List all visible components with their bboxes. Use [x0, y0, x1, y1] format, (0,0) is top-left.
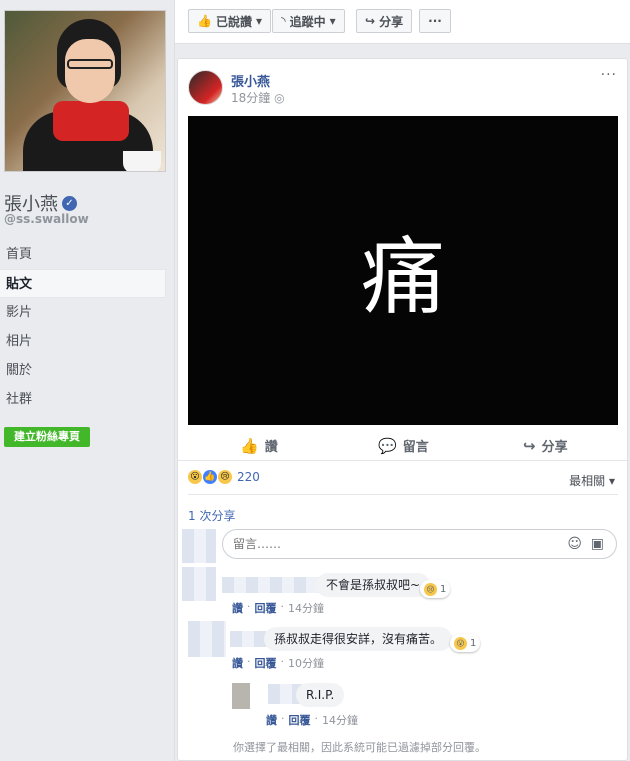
comment-reply-link[interactable]: 回覆 [255, 655, 277, 671]
comment-reaction-count: 1 [440, 583, 447, 595]
chevron-down-icon: ▾ [329, 14, 336, 28]
share-label: 分享 [379, 14, 404, 29]
filter-notice: 你選擇了最相關，因此系統可能已過濾掉部分回覆。 [233, 741, 486, 754]
post-time-text[interactable]: 18分鐘 [231, 91, 270, 105]
chevron-down-icon: ▾ [255, 14, 262, 28]
post-image[interactable]: 痛 [188, 116, 618, 425]
share-arrow-icon: ↪ [523, 436, 536, 455]
comment-input-box[interactable]: ☺ ▣ [222, 529, 617, 559]
left-sidebar: 張小燕 ✓ @ss.swallow 首頁 貼文 影片 相片 關於 社群 建立粉絲… [0, 0, 175, 761]
sidebar-item-videos[interactable]: 影片 [0, 298, 166, 327]
post-author-avatar[interactable] [188, 70, 223, 105]
reply-reply-link[interactable]: 回覆 [289, 712, 311, 728]
reaction-count[interactable]: 220 [237, 470, 260, 484]
post-timestamp[interactable]: 18分鐘 ◎ [231, 89, 285, 106]
sad-reaction-icon: 😢 [424, 582, 437, 596]
comment-text: 孫叔叔走得很安詳，沒有痛苦。 [274, 632, 443, 646]
sidebar-nav: 首頁 貼文 影片 相片 關於 社群 [0, 240, 166, 414]
comment-time[interactable]: 10分鐘 [288, 655, 324, 671]
share-label: 分享 [541, 440, 568, 455]
like-label: 讚 [264, 440, 278, 455]
replier-avatar[interactable] [232, 683, 250, 709]
emoji-icon[interactable]: ☺ [567, 536, 582, 552]
following-label: 追蹤中 [289, 14, 326, 29]
like-action[interactable]: 👍 讚 [240, 436, 278, 456]
current-user-avatar [182, 529, 216, 563]
share-page-button[interactable]: ↪ 分享 [356, 9, 413, 33]
wow-reaction-icon: 😮 [454, 636, 467, 650]
comment-meta: 讚 · 回覆 · 10分鐘 [232, 655, 324, 671]
sidebar-item-about[interactable]: 關於 [0, 356, 166, 385]
thumbs-up-icon: 👍 [197, 14, 212, 28]
profile-picture[interactable] [4, 10, 166, 172]
liked-label: 已說讚 [215, 14, 252, 29]
more-options-button[interactable]: ··· [419, 9, 451, 33]
comment-text: 不會是孫叔叔吧~ [326, 578, 421, 592]
comment-action[interactable]: 💬 留言 [378, 436, 429, 456]
comment-reply-link[interactable]: 回覆 [255, 600, 277, 616]
following-button[interactable]: ◝ 追蹤中 ▾ [272, 9, 345, 33]
rss-icon: ◝ [281, 14, 286, 28]
comment-sort-dropdown[interactable]: 最相關 ▾ [569, 472, 615, 489]
share-count[interactable]: 1 次分享 [188, 507, 235, 524]
comment-like-link[interactable]: 讚 [232, 655, 243, 671]
thumbs-up-icon: 👍 [240, 436, 259, 455]
comment-input[interactable] [233, 537, 533, 551]
post-options-icon[interactable]: ··· [601, 67, 617, 83]
reaction-summary[interactable]: 😮 👍 😢 220 [188, 470, 260, 484]
page-action-bar: 👍 已說讚 ▾ ◝ 追蹤中 ▾ ↪ 分享 ··· [175, 0, 630, 44]
commenter-avatar[interactable] [188, 621, 226, 657]
sidebar-item-photos[interactable]: 相片 [0, 327, 166, 356]
comment-reactions[interactable]: 😢 1 [420, 580, 451, 598]
more-dots-icon: ··· [428, 14, 442, 28]
comment-reactions[interactable]: 😮 1 [450, 634, 481, 652]
comment-reaction-count: 1 [470, 637, 477, 649]
share-action[interactable]: ↪ 分享 [523, 436, 568, 456]
reply-meta: 讚 · 回覆 · 14分鐘 [266, 712, 358, 728]
sidebar-item-home[interactable]: 首頁 [0, 240, 166, 269]
page-handle: @ss.swallow [4, 212, 89, 226]
comment-bubble-icon: 💬 [378, 436, 397, 455]
comment-bubble: 不會是孫叔叔吧~ [316, 573, 431, 597]
like-reaction-icon: 👍 [203, 470, 217, 484]
sticker-icon[interactable]: ▣ [591, 536, 604, 552]
post-actions: 👍 讚 💬 留言 ↪ 分享 [178, 429, 627, 461]
reply-time[interactable]: 14分鐘 [322, 712, 358, 728]
share-arrow-icon: ↪ [365, 14, 376, 28]
post-image-text: 痛 [360, 228, 445, 326]
post-author-name[interactable]: 張小燕 [231, 71, 270, 90]
sad-reaction-icon: 😢 [218, 470, 232, 484]
comment-like-link[interactable]: 讚 [232, 600, 243, 616]
commenter-avatar[interactable] [182, 567, 216, 601]
sidebar-item-posts[interactable]: 貼文 [0, 269, 166, 298]
create-page-button[interactable]: 建立粉絲專頁 [4, 427, 90, 447]
comment-meta: 讚 · 回覆 · 14分鐘 [232, 600, 324, 616]
wow-reaction-icon: 😮 [188, 470, 202, 484]
comment-time[interactable]: 14分鐘 [288, 600, 324, 616]
liked-button[interactable]: 👍 已說讚 ▾ [188, 9, 271, 33]
comment-label: 留言 [402, 440, 429, 455]
reply-bubble: R.I.P. [296, 683, 345, 707]
commenter-name-redacted[interactable] [222, 577, 322, 593]
globe-icon: ◎ [274, 91, 285, 105]
comment-bubble: 孫叔叔走得很安詳，沒有痛苦。 [264, 627, 453, 651]
post-card: 張小燕 18分鐘 ◎ ··· 痛 👍 讚 💬 留言 ↪ 分享 😮 👍 😢 220… [177, 58, 628, 761]
reply-like-link[interactable]: 讚 [266, 712, 277, 728]
reply-text: R.I.P. [306, 688, 335, 702]
sidebar-item-community[interactable]: 社群 [0, 385, 166, 414]
verified-badge-icon: ✓ [62, 195, 77, 211]
divider [188, 494, 618, 495]
